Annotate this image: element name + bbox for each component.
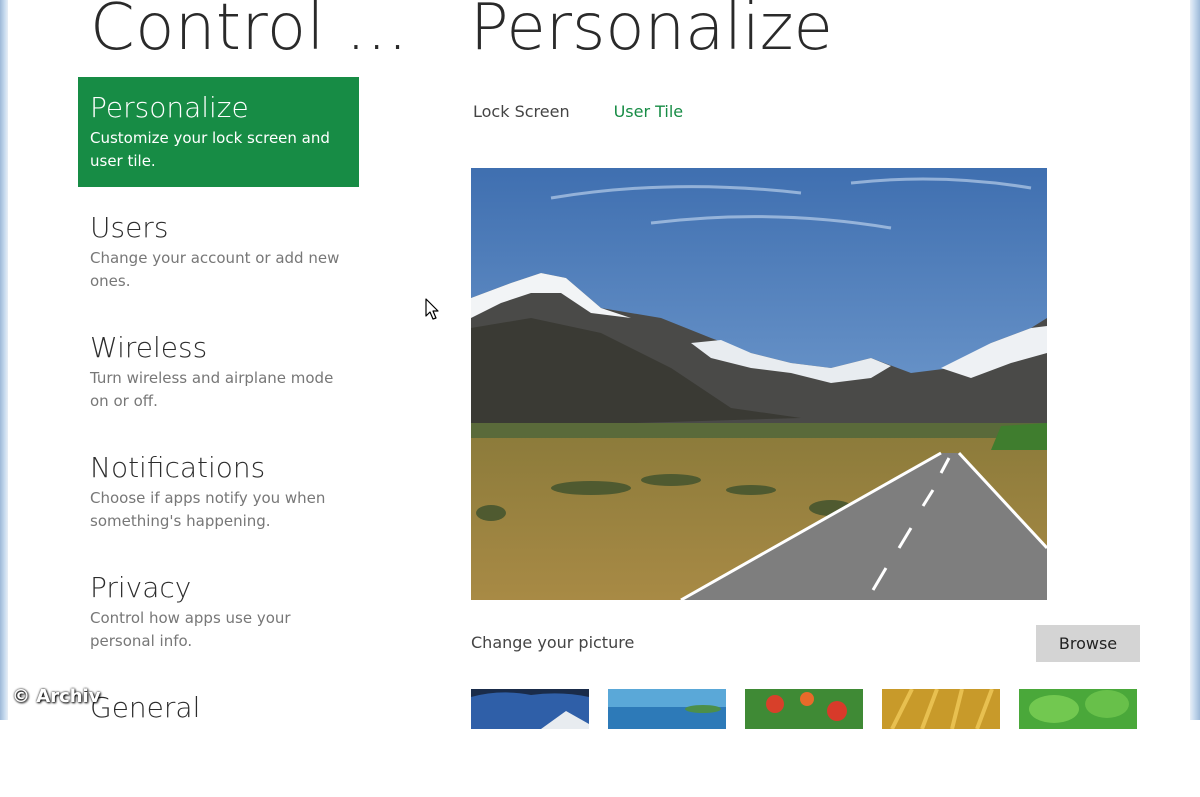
landscape-image [471,168,1047,600]
mouse-pointer-icon [425,298,439,320]
tab-lock-screen[interactable]: Lock Screen [473,102,570,121]
nav-item-description: Control how apps use your personal info. [90,609,291,650]
window-frame-right [1190,0,1200,720]
nav-item-wireless[interactable]: Wireless Turn wireless and airplane mode… [78,317,359,427]
thumbnail-coast[interactable] [608,689,726,729]
settings-nav: Personalize Customize your lock screen a… [78,77,359,797]
app-title: Control ... [90,0,409,65]
nav-item-title: Notifications [90,451,266,484]
thumbnail-flowers[interactable] [745,689,863,729]
nav-item-description: Customize your lock screen and user tile… [90,129,330,170]
leaves-thumb [1019,689,1137,729]
nav-item-title: Personalize [90,91,249,124]
thumbnail-leaves[interactable] [1019,689,1137,729]
nav-item-title: Users [90,211,169,244]
wheat-thumb [882,689,1000,729]
nav-item-title: Wireless [90,331,208,364]
thumbnail-wheat[interactable] [882,689,1000,729]
nav-item-description: Turn wireless and airplane mode on or of… [90,369,334,410]
nav-item-privacy[interactable]: Privacy Control how apps use your person… [78,557,359,667]
nav-item-general[interactable]: General [78,677,359,787]
nav-item-users[interactable]: Users Change your account or add new one… [78,197,359,307]
picture-thumbnails [471,689,1137,729]
window-frame-left [0,0,8,720]
nav-item-title: Privacy [90,571,192,604]
page-title: Personalize [470,0,833,65]
nav-item-description: Choose if apps notify you when something… [90,489,326,530]
nav-item-notifications[interactable]: Notifications Choose if apps notify you … [78,437,359,547]
nav-item-personalize[interactable]: Personalize Customize your lock screen a… [78,77,359,187]
mountain-thumb [471,689,589,729]
nav-item-description: Change your account or add new ones. [90,249,340,290]
copyright-watermark: © Archiv [12,686,101,707]
thumbnail-mountain[interactable] [471,689,589,729]
flowers-thumb [745,689,863,729]
browse-button[interactable]: Browse [1036,625,1140,662]
current-picture [471,168,1047,600]
coast-thumb [608,689,726,729]
personalize-tabs: Lock Screen User Tile [473,102,683,121]
change-picture-label: Change your picture [471,633,635,652]
tab-user-tile[interactable]: User Tile [614,102,684,121]
